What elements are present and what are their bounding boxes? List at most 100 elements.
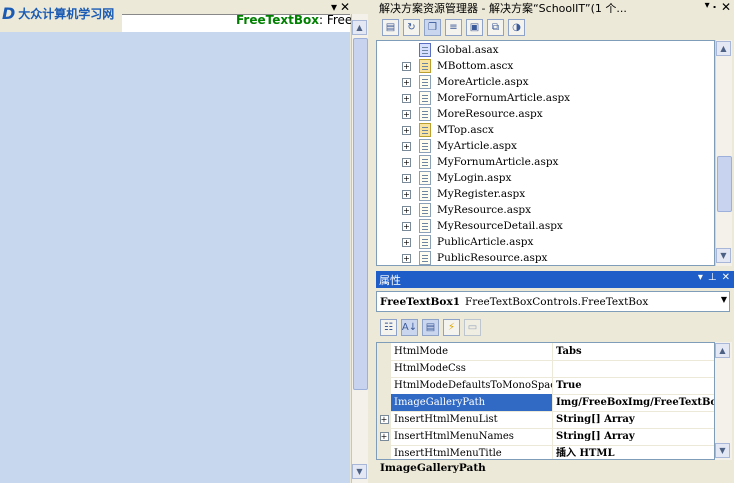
designer-vertical-scrollbar[interactable]: ▲ ▼ (351, 14, 368, 483)
property-name[interactable]: InsertHtmlMenuTitle (391, 445, 553, 459)
object-selector[interactable]: FreeTextBox1 FreeTextBoxControls.FreeTex… (376, 291, 730, 312)
scroll-down-icon[interactable]: ▼ (352, 464, 367, 479)
expand-icon[interactable]: + (402, 237, 411, 247)
designer-window-controls: ▾ ✕ (331, 0, 363, 14)
tree-item[interactable]: + MyFornumArticle.aspx (377, 154, 558, 170)
chevron-down-icon[interactable]: ▼ (721, 295, 727, 304)
tree-item-label: MyLogin.aspx (437, 172, 512, 184)
property-name[interactable]: ImageGalleryPath (391, 394, 553, 411)
expand-icon[interactable]: + (402, 77, 411, 87)
property-row[interactable]: ImageGalleryPath Img/FreeBoxImg/FreeTextB… (377, 394, 714, 412)
categorized-icon[interactable]: ☷ (380, 319, 397, 336)
close-icon[interactable]: ✕ (721, 0, 731, 14)
property-name[interactable]: HtmlMode (391, 343, 553, 360)
dropdown-icon[interactable]: ▾ (698, 272, 703, 283)
scroll-thumb[interactable] (717, 156, 732, 212)
tree-item-label: MBottom.ascx (437, 60, 514, 72)
tree-item[interactable]: + MoreFornumArticle.aspx (377, 90, 570, 106)
property-name[interactable]: InsertHtmlMenuList (391, 411, 553, 428)
pin-icon[interactable]: ▾ 𝅇 (705, 0, 716, 14)
tree-item[interactable]: Global.asax (377, 42, 499, 58)
scroll-down-icon[interactable]: ▼ (715, 443, 730, 458)
expand-icon[interactable]: + (402, 141, 411, 151)
tree-item[interactable]: + MoreArticle.aspx (377, 74, 529, 90)
tree-item[interactable]: + MyLogin.aspx (377, 170, 511, 186)
property-gutter[interactable]: + (377, 428, 391, 445)
design-canvas[interactable] (0, 32, 350, 483)
property-value[interactable]: 插入 HTML (553, 445, 714, 459)
aspx-file-icon (419, 219, 431, 233)
expand-icon[interactable]: + (379, 432, 389, 441)
aspx-file-icon (419, 155, 431, 169)
properties-title: 属性 (379, 273, 401, 287)
scroll-up-icon[interactable]: ▲ (715, 343, 730, 358)
tree-item[interactable]: + MyResourceDetail.aspx (377, 218, 563, 234)
tree-item[interactable]: + MyRegister.aspx (377, 186, 525, 202)
tree-item[interactable]: + PublicArticle.aspx (377, 234, 533, 250)
grid-vertical-scrollbar[interactable]: ▲ ▼ (715, 342, 732, 460)
property-value[interactable]: String[] Array (553, 411, 714, 428)
scroll-up-icon[interactable]: ▲ (352, 20, 367, 35)
property-name[interactable]: InsertHtmlMenuNames (391, 428, 553, 445)
expand-icon[interactable]: + (402, 93, 411, 103)
property-pages-icon[interactable]: ▭ (464, 319, 481, 336)
close-icon[interactable]: ✕ (722, 272, 730, 283)
refresh-icon[interactable]: ↻ (403, 18, 420, 36)
tree-item[interactable]: + MBottom.ascx (377, 58, 513, 74)
property-gutter[interactable]: + (377, 411, 391, 428)
property-value[interactable]: True (553, 377, 714, 394)
scroll-thumb[interactable] (353, 38, 368, 390)
scroll-up-icon[interactable]: ▲ (716, 41, 731, 56)
expand-icon[interactable]: + (402, 205, 411, 215)
tree-item-label: MyFornumArticle.aspx (437, 156, 559, 168)
solution-tree: Global.asax + MBottom.ascx + MoreArticle.asp… (376, 40, 715, 266)
close-icon[interactable]: ✕ (340, 0, 350, 14)
control-suffix: : Free (318, 13, 353, 27)
property-value[interactable]: Tabs (553, 343, 714, 360)
expand-icon[interactable]: + (402, 189, 411, 199)
property-value[interactable] (553, 360, 714, 377)
tree-vertical-scrollbar[interactable]: ▲ ▼ (715, 40, 732, 266)
property-name[interactable]: HtmlModeDefaultsToMonoSpaceFont (391, 377, 553, 394)
expand-icon[interactable]: + (379, 415, 389, 424)
expand-icon[interactable]: + (402, 125, 411, 135)
property-row[interactable]: HtmlModeDefaultsToMonoSpaceFontTrue (377, 377, 714, 395)
events-icon[interactable]: ⚡ (443, 319, 460, 336)
copy-website-icon[interactable]: ⧉ (487, 18, 504, 36)
property-value[interactable]: Img/FreeBoxImg/FreeTextBox (553, 394, 714, 411)
expand-icon[interactable]: + (402, 221, 411, 231)
show-all-files-icon[interactable]: ❐ (424, 18, 441, 36)
site-logo: D 大众计算机学习网 (2, 0, 122, 26)
tree-item[interactable]: + MTop.ascx (377, 122, 494, 138)
property-row[interactable]: HtmlMode Tabs (377, 343, 714, 361)
asp-config-icon[interactable]: ◑ (508, 18, 525, 36)
tree-item-label: MoreFornumArticle.aspx (437, 92, 571, 104)
scroll-down-icon[interactable]: ▼ (716, 248, 731, 263)
property-row[interactable]: + InsertHtmlMenuNames String[] Array (377, 428, 714, 446)
expand-icon[interactable]: + (402, 157, 411, 167)
property-value[interactable]: String[] Array (553, 428, 714, 445)
pin-icon[interactable]: ⊥ (708, 272, 717, 283)
property-row[interactable]: + InsertHtmlMenuList String[] Array (377, 411, 714, 429)
properties-icon[interactable]: ▤ (382, 18, 399, 36)
pin-dropdown-icon[interactable]: ▾ (331, 0, 337, 14)
ascx-file-icon (419, 123, 431, 137)
tree-item[interactable]: + MyResource.aspx (377, 202, 531, 218)
tree-item[interactable]: + MyArticle.aspx (377, 138, 517, 154)
expand-icon[interactable]: + (402, 109, 411, 119)
property-row[interactable]: HtmlModeCss (377, 360, 714, 378)
tree-item-label: MoreResource.aspx (437, 108, 543, 120)
aspx-file-icon (419, 107, 431, 121)
tree-item[interactable]: + PublicResource.aspx (377, 250, 547, 265)
view-code-icon[interactable]: ≡ (445, 18, 462, 36)
expand-icon[interactable]: + (402, 173, 411, 183)
expand-icon[interactable]: + (402, 61, 411, 71)
property-row[interactable]: InsertHtmlMenuTitle 插入 HTML (377, 445, 714, 459)
property-gutter (377, 343, 391, 360)
properties-icon[interactable]: ▤ (422, 319, 439, 336)
property-name[interactable]: HtmlModeCss (391, 360, 553, 377)
tree-item[interactable]: + MoreResource.aspx (377, 106, 543, 122)
alphabetical-icon[interactable]: A↓ (401, 319, 418, 336)
view-designer-icon[interactable]: ▣ (466, 18, 483, 36)
expand-icon[interactable]: + (402, 253, 411, 263)
